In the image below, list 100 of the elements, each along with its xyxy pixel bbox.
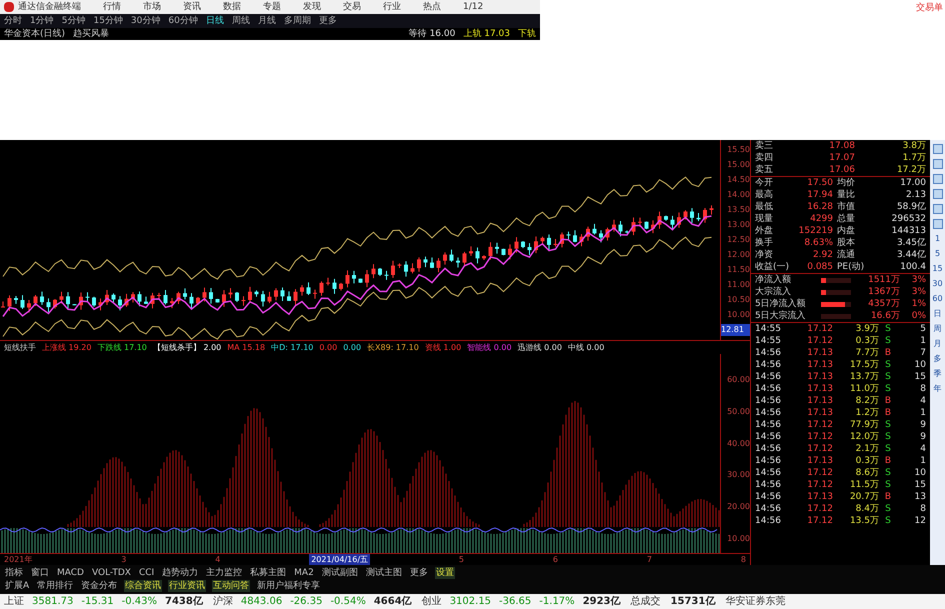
indicator-tab[interactable]: 行业资讯 [168,580,206,592]
tick-time: 14:56 [755,431,782,443]
tick-price: 17.12 [806,323,833,335]
toolbar-period[interactable]: 60 [932,294,943,304]
flow-percent: 0% [910,310,926,322]
period-tab[interactable]: 1分钟 [30,15,54,27]
toolbar-period[interactable]: 1 [934,234,940,244]
toolbar-period[interactable]: 多 [934,354,942,364]
menu-item[interactable]: 交易 [343,1,361,13]
stat-label: 内盘 [836,225,856,237]
period-tab[interactable]: 15分钟 [93,15,123,27]
indicator-tab[interactable]: 测试主图 [364,567,403,579]
tick-volume: 11.0万 [848,383,879,395]
tick-volume: 11.5万 [848,479,879,491]
indicator-tab[interactable]: 更多 [408,567,429,579]
indicator-value: 智能线 0.00 [467,342,512,354]
menu-item[interactable]: 行情 [103,1,121,13]
index-amount: 7438亿 [165,596,203,608]
toolbar-period[interactable]: 日 [934,309,942,319]
indicator-tab[interactable]: 设置 [434,567,455,579]
period-tab[interactable]: 多周期 [284,15,311,27]
indicator-tab[interactable]: 新用户福利专享 [256,580,322,592]
menu-item[interactable]: 专题 [263,1,281,13]
menu-item[interactable]: 1/12 [463,1,484,13]
period-tab[interactable]: 日线 [206,15,224,27]
toolbar-period[interactable]: 15 [932,264,943,274]
price-label: 13.00 [726,219,750,231]
indicator-tab[interactable]: VOL-TDX [90,567,132,579]
menu-item[interactable]: 发现 [303,1,321,13]
toolbar-period[interactable]: 周 [934,324,942,334]
period-tab[interactable]: 30分钟 [130,15,160,27]
indicator-tab[interactable]: 互动问答 [212,580,250,592]
indicator-value: 上涨线 19.20 [42,342,92,354]
tick-time: 14:56 [755,491,782,503]
index-percent: -0.43% [122,596,157,608]
stat-label: 均价 [836,177,856,189]
indicator-tab[interactable]: 私募主图 [249,567,288,579]
tick-price: 17.12 [806,431,833,443]
indicator-tab[interactable]: 测试副图 [320,567,359,579]
period-tab[interactable]: 60分钟 [168,15,198,27]
menu-item[interactable]: 市场 [143,1,161,13]
stat-value: 296532 [890,213,926,225]
tick-time: 14:56 [755,359,782,371]
trade-link[interactable]: 交易单 [916,2,943,14]
stat-value: 17.94 [806,189,833,201]
indicator-tab[interactable]: 趋势动力 [161,567,200,579]
indicator-tab[interactable]: 综合资讯 [124,580,162,592]
tick-side: S [884,359,892,371]
stat-label: 现量 [755,213,774,225]
indicator-tab[interactable]: 资金分布 [80,580,118,592]
stat-value: 0.085 [806,261,833,273]
period-tab[interactable]: 更多 [318,15,337,27]
indicator-tab[interactable]: 窗口 [30,567,50,579]
period-tab[interactable]: 周线 [232,15,250,27]
menu-item[interactable]: 热点 [423,1,441,13]
toolbar-period[interactable]: 季 [934,369,942,379]
toolbar-period[interactable]: 5 [934,249,940,259]
date-label: 8 [740,554,746,565]
toolbar-period[interactable]: 年 [934,384,942,394]
tick-side: S [884,443,892,455]
stat-label: 最高 [755,189,774,201]
price-label: 12.50 [726,234,750,246]
indicator-value: 长X89: 17.10 [367,342,419,354]
indicator-value: 【短线杀手】 2.00 [152,342,222,354]
stat-label: 最低 [755,201,774,213]
indicator-tab[interactable]: CCI [138,567,156,579]
indicator-tab[interactable]: 指标 [4,567,24,579]
tick-time: 14:56 [755,479,782,491]
period-tab[interactable]: 5分钟 [62,15,86,27]
indicator-tab[interactable]: MACD [56,567,85,579]
period-tab[interactable]: 分时 [4,15,22,27]
menu-item[interactable]: 数据 [223,1,241,13]
tick-side: S [884,503,892,515]
indicator-value: 资线 1.00 [424,342,462,354]
index-change: -15.31 [81,596,114,608]
stat-value: 4299 [809,213,833,225]
tick-time: 14:56 [755,383,782,395]
indicator-value: 下轨 [518,28,536,40]
toolbar-period[interactable]: 月 [934,339,942,349]
axis-label: 60.00 [726,374,750,386]
indicator-tab[interactable]: 主力监控 [205,567,244,579]
tick-count: 15 [914,371,926,383]
index-amount: 2923亿 [582,596,621,608]
tick-side: S [884,419,892,431]
menu-item[interactable]: 行业 [383,1,401,13]
stat-label: 市值 [836,201,856,213]
tick-side: B [884,491,892,503]
index-value: 3581.73 [32,596,74,608]
stock-name: 华金资本(日线) [4,28,66,40]
indicator-value: 中线 0.00 [568,342,604,354]
indicator-tab[interactable]: 扩展A [4,580,30,592]
tick-count: 1 [919,407,926,419]
period-tab[interactable]: 月线 [258,15,276,27]
indicator-tab[interactable]: 常用排行 [36,580,74,592]
indicator-tab[interactable]: MA2 [293,567,315,579]
axis-label: 30.00 [726,469,750,482]
toolbar-period[interactable]: 30 [932,279,943,289]
price-label: 13.50 [726,204,750,216]
stat-label: 股本 [836,237,856,249]
menu-item[interactable]: 资讯 [183,1,201,13]
